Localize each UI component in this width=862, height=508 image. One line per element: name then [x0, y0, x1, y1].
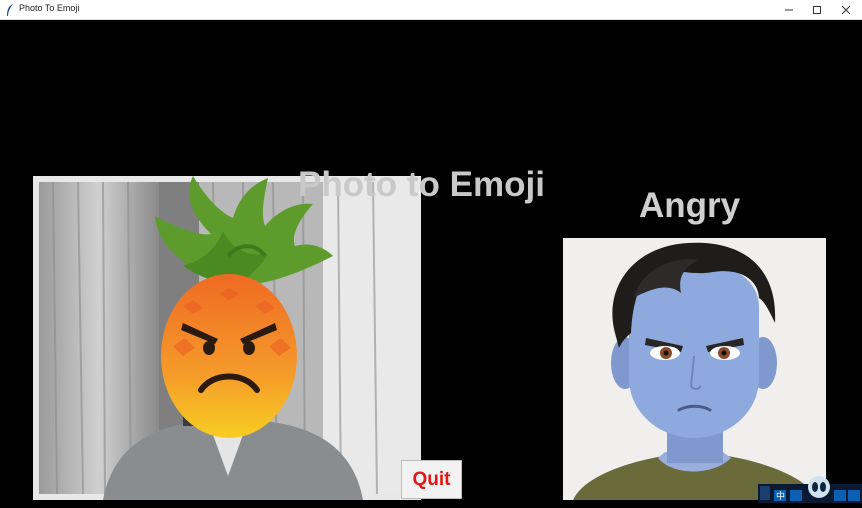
webcam-feed — [33, 176, 421, 500]
emoji-avatar — [563, 238, 826, 500]
system-tray: 中 — [758, 476, 862, 503]
window-title: Photo To Emoji — [19, 3, 80, 13]
close-button[interactable] — [830, 0, 862, 20]
app-heading: Photo to Emoji — [298, 165, 545, 204]
maximize-icon — [813, 6, 821, 14]
maximize-button[interactable] — [801, 0, 833, 20]
minimize-icon — [785, 9, 793, 11]
close-icon — [841, 5, 851, 15]
ime-indicator[interactable]: 中 — [776, 489, 785, 502]
webcam-image — [33, 176, 421, 500]
window-titlebar: Photo To Emoji — [0, 0, 862, 20]
emotion-label: Angry — [639, 186, 741, 225]
alien-icon — [808, 476, 830, 498]
angry-avatar-image — [563, 238, 826, 500]
quit-button[interactable]: Quit — [401, 460, 462, 499]
feather-app-icon — [7, 4, 13, 16]
